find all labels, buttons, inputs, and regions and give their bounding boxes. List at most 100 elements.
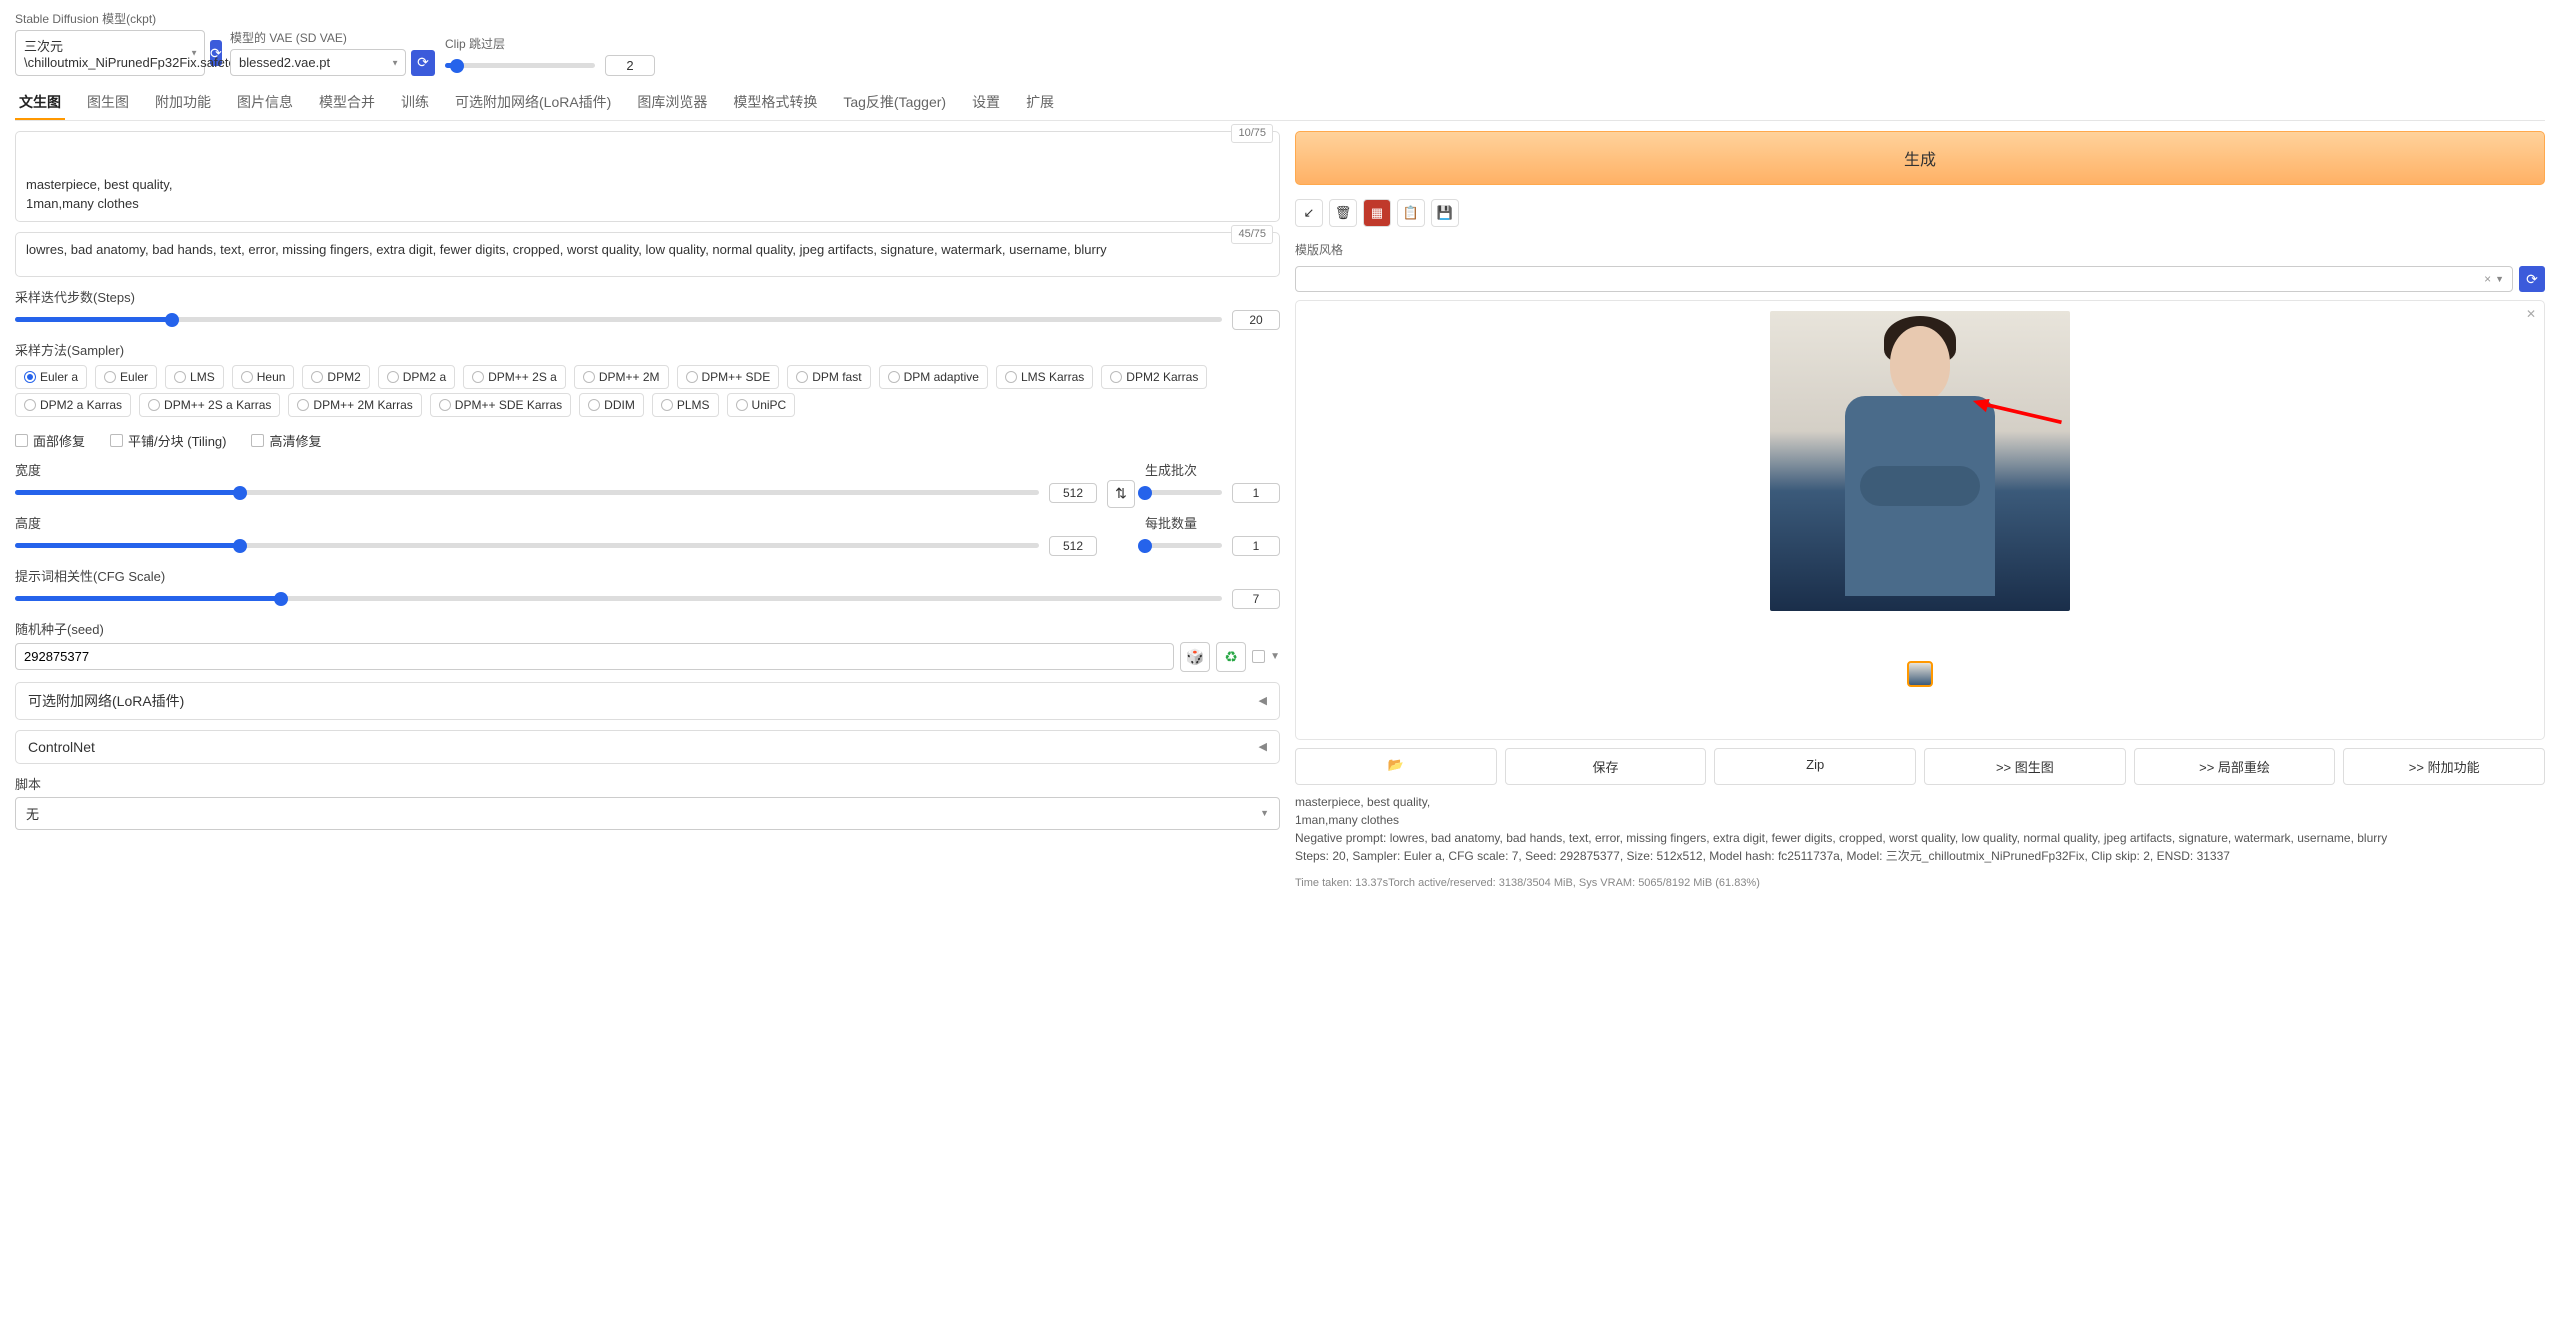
batch-count-slider[interactable] [1145,490,1222,495]
trash-button[interactable]: 🗑 [1329,199,1357,227]
tiling-checkbox[interactable]: 平铺/分块 (Tiling) [110,431,226,450]
batch-size-value[interactable]: 1 [1232,536,1280,556]
tab-txt2img[interactable]: 文生图 [15,86,65,120]
width-label: 宽度 [15,460,1097,479]
hires-checkbox[interactable]: 高清修复 [251,431,321,450]
style-refresh-button[interactable]: ⟳ [2519,266,2545,292]
sampler-option[interactable]: Heun [232,365,295,389]
batch-count-label: 生成批次 [1145,460,1280,479]
tab-extras[interactable]: 附加功能 [151,86,215,120]
clip-slider[interactable] [445,63,595,68]
arrow-button[interactable]: ↙ [1295,199,1323,227]
seed-extra-checkbox[interactable]: ▼ [1252,650,1280,663]
tab-settings[interactable]: 设置 [968,86,1004,120]
tab-lora[interactable]: 可选附加网络(LoRA插件) [451,86,615,120]
sampler-option[interactable]: DPM++ 2M [574,365,669,389]
sampler-option[interactable]: DPM++ 2S a [463,365,566,389]
positive-token-count: 10/75 [1231,124,1273,143]
palette-button[interactable]: ▦ [1363,199,1391,227]
tab-train[interactable]: 训练 [397,86,433,120]
clipboard-button[interactable]: 📋 [1397,199,1425,227]
sampler-option[interactable]: DPM fast [787,365,870,389]
chevron-left-icon: ◀ [1259,694,1267,707]
controlnet-accordion[interactable]: ControlNet◀ [15,730,1280,764]
height-slider[interactable] [15,543,1039,548]
batch-size-label: 每批数量 [1145,513,1280,532]
script-label: 脚本 [15,774,1280,793]
style-label: 模版风格 [1295,241,2545,258]
cfg-value[interactable]: 7 [1232,589,1280,609]
clip-label: Clip 跳过层 [445,35,655,52]
sampler-option[interactable]: DPM++ 2M Karras [288,393,421,417]
sampler-option[interactable]: DPM++ SDE [677,365,780,389]
vae-label: 模型的 VAE (SD VAE) [230,29,435,46]
ckpt-select[interactable]: 三次元\chilloutmix_NiPrunedFp32Fix.safetens… [15,30,205,76]
height-label: 高度 [15,513,1097,532]
sampler-option[interactable]: LMS Karras [996,365,1093,389]
send-img2img-button[interactable]: >> 图生图 [1924,748,2126,785]
tab-img2img[interactable]: 图生图 [83,86,133,120]
main-tabs: 文生图 图生图 附加功能 图片信息 模型合并 训练 可选附加网络(LoRA插件)… [15,86,2545,121]
sampler-option[interactable]: DPM2 a [378,365,455,389]
sampler-option[interactable]: PLMS [652,393,719,417]
output-thumbnail[interactable] [1907,661,1933,687]
seed-input[interactable] [15,643,1174,670]
negative-prompt[interactable]: 45/75 lowres, bad anatomy, bad hands, te… [15,232,1280,277]
sampler-option[interactable]: DPM2 a Karras [15,393,131,417]
steps-slider[interactable] [15,317,1222,322]
zip-button[interactable]: Zip [1714,748,1916,785]
generation-info: masterpiece, best quality, 1man,many clo… [1295,793,2545,865]
tab-pnginfo[interactable]: 图片信息 [233,86,297,120]
chevron-left-icon: ◀ [1259,740,1267,753]
tab-browser[interactable]: 图库浏览器 [633,86,711,120]
save-image-button[interactable]: 保存 [1505,748,1707,785]
batch-size-slider[interactable] [1145,543,1222,548]
output-panel: ✕ [1295,300,2545,740]
tab-tagger[interactable]: Tag反推(Tagger) [839,86,950,120]
script-select[interactable]: 无▼ [15,797,1280,830]
tab-extensions[interactable]: 扩展 [1022,86,1058,120]
lora-accordion[interactable]: 可选附加网络(LoRA插件)◀ [15,682,1280,720]
cfg-slider[interactable] [15,596,1222,601]
sampler-option[interactable]: DPM++ SDE Karras [430,393,571,417]
seed-dice-button[interactable]: 🎲 [1180,642,1210,672]
sampler-option[interactable]: DPM2 [302,365,369,389]
sampler-option[interactable]: DPM++ 2S a Karras [139,393,280,417]
height-value[interactable]: 512 [1049,536,1097,556]
tab-convert[interactable]: 模型格式转换 [729,86,821,120]
positive-prompt[interactable]: 10/75 masterpiece, best quality, 1man,ma… [15,131,1280,222]
negative-token-count: 45/75 [1231,225,1273,244]
width-slider[interactable] [15,490,1039,495]
annotation-arrow-icon [1972,399,2067,427]
send-extras-button[interactable]: >> 附加功能 [2343,748,2545,785]
swap-wh-button[interactable]: ⇅ [1107,480,1135,508]
output-image[interactable] [1770,311,2070,611]
width-value[interactable]: 512 [1049,483,1097,503]
sampler-option[interactable]: Euler [95,365,157,389]
cfg-label: 提示词相关性(CFG Scale) [15,566,1280,585]
save-button[interactable]: 💾 [1431,199,1459,227]
ckpt-label: Stable Diffusion 模型(ckpt) [15,10,220,27]
sampler-option[interactable]: DPM2 Karras [1101,365,1207,389]
face-restore-checkbox[interactable]: 面部修复 [15,431,85,450]
open-folder-button[interactable]: 📂 [1295,748,1497,785]
sampler-option[interactable]: Euler a [15,365,87,389]
sampler-option[interactable]: DDIM [579,393,644,417]
clip-value[interactable]: 2 [605,55,655,76]
steps-value[interactable]: 20 [1232,310,1280,330]
sampler-option[interactable]: UniPC [727,393,796,417]
sampler-option[interactable]: LMS [165,365,224,389]
style-select[interactable]: ×▼ [1295,266,2513,292]
sampler-label: 采样方法(Sampler) [15,343,124,358]
seed-recycle-button[interactable]: ♻ [1216,642,1246,672]
send-inpaint-button[interactable]: >> 局部重绘 [2134,748,2336,785]
vae-select[interactable]: blessed2.vae.pt [230,49,406,76]
generate-button[interactable]: 生成 [1295,131,2545,185]
sampler-grid: Euler a Euler LMS Heun DPM2 DPM2 a DPM++ 2S a D… [15,365,1280,417]
tab-merge[interactable]: 模型合并 [315,86,379,120]
top-controls: Stable Diffusion 模型(ckpt) 三次元\chilloutmi… [15,10,2545,76]
vae-refresh-button[interactable]: ⟳ [411,50,435,76]
close-icon[interactable]: ✕ [2526,307,2536,321]
sampler-option[interactable]: DPM adaptive [879,365,988,389]
batch-count-value[interactable]: 1 [1232,483,1280,503]
